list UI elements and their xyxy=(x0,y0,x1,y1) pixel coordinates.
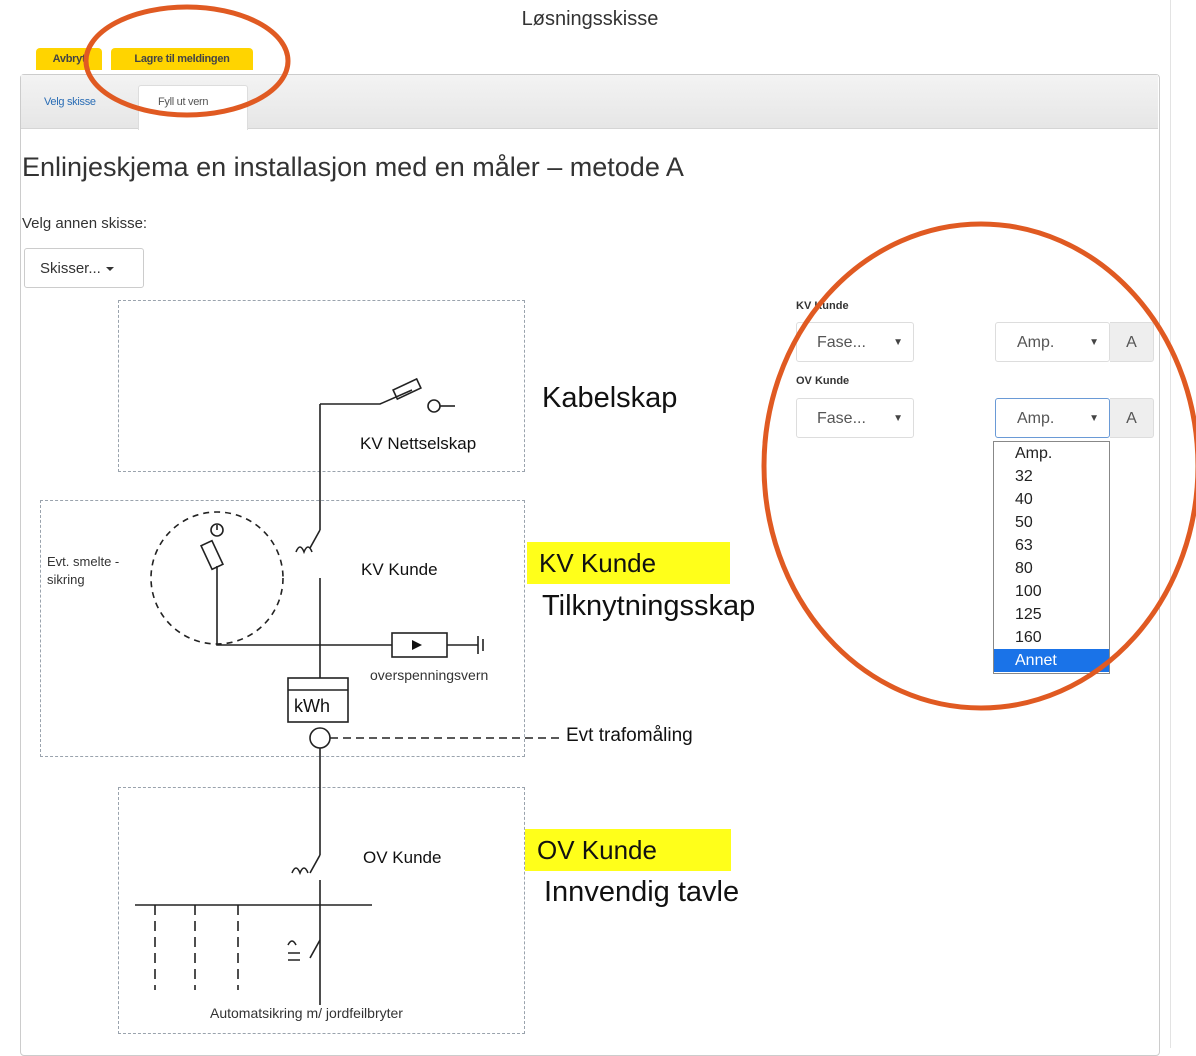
select-arrow-icon: ▼ xyxy=(1089,337,1099,348)
kv-amp-unit: A xyxy=(1110,322,1154,362)
kv-phase-select[interactable]: Fase... ▼ xyxy=(796,322,914,362)
ov-kunde-field-label: OV Kunde xyxy=(796,375,850,387)
select-arrow-icon: ▼ xyxy=(893,337,903,348)
distribution-lines xyxy=(154,905,239,990)
select-arrow-icon: ▼ xyxy=(1089,413,1099,424)
amp-option[interactable]: 63 xyxy=(994,534,1109,557)
ov-amp-select[interactable]: Amp. ▼ xyxy=(995,398,1110,438)
label-kabelskap: Kabelskap xyxy=(542,382,678,414)
ov-phase-value: Fase... xyxy=(817,410,866,427)
select-arrow-icon: ▼ xyxy=(893,413,903,424)
highlight-kv-kunde: KV Kunde xyxy=(527,542,730,584)
kv-switch-blade xyxy=(309,529,321,549)
kv-phase-value: Fase... xyxy=(817,334,866,351)
amp-option[interactable]: 125 xyxy=(994,603,1109,626)
ov-amp-value: Amp. xyxy=(1017,410,1055,427)
amp-option[interactable]: 100 xyxy=(994,580,1109,603)
ov-phase-select[interactable]: Fase... ▼ xyxy=(796,398,914,438)
optional-fuse-symbol xyxy=(200,539,224,571)
surge-arrow-icon xyxy=(412,640,422,650)
label-innvendig-tavle: Innvendig tavle xyxy=(544,876,740,908)
highlight-ov-kunde: OV Kunde xyxy=(525,829,731,871)
amp-option[interactable]: Amp. xyxy=(994,442,1109,465)
label-kwh: kWh xyxy=(294,696,330,716)
label-kv-kunde: KV Kunde xyxy=(361,560,438,579)
amp-option-selected[interactable]: Annet xyxy=(994,649,1109,672)
label-overspenningsvern: overspenningsvern xyxy=(370,667,489,683)
ov-amp-unit: A xyxy=(1110,398,1154,438)
kv-amp-select[interactable]: Amp. ▼ xyxy=(995,322,1110,362)
ov-switch-symbol xyxy=(291,867,309,876)
fuse-terminal xyxy=(427,399,441,413)
amp-option[interactable]: 80 xyxy=(994,557,1109,580)
amp-option[interactable]: 50 xyxy=(994,511,1109,534)
fuse-connection xyxy=(320,389,413,405)
label-kv-nettselskap: KV Nettselskap xyxy=(360,434,477,453)
trafo-measure-circle xyxy=(309,727,331,749)
amp-option[interactable]: 160 xyxy=(994,626,1109,649)
amp-option[interactable]: 32 xyxy=(994,465,1109,488)
label-tilknytningsskap: Tilknytningsskap xyxy=(542,590,756,622)
amp-options-list: Amp. 32 40 50 63 80 100 125 160 Annet xyxy=(993,441,1110,674)
kv-kunde-field-label: KV Kunde xyxy=(796,300,849,312)
label-ov-kunde: OV Kunde xyxy=(363,848,442,867)
label-smelte-sikring: Evt. smelte - sikring xyxy=(47,554,120,587)
label-automatsikring: Automatsikring m/ jordfeilbryter xyxy=(210,1005,403,1021)
label-evt-trafomaling: Evt trafomåling xyxy=(566,725,693,746)
amp-option[interactable]: 40 xyxy=(994,488,1109,511)
kv-switch-symbol xyxy=(295,546,313,555)
kv-amp-value: Amp. xyxy=(1017,334,1055,351)
